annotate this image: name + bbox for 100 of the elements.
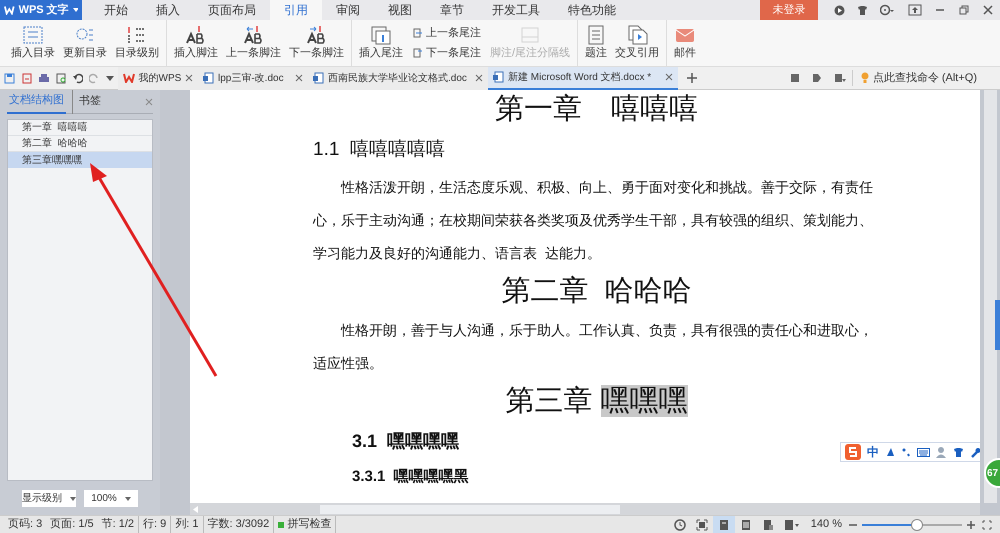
- previous-endnote-icon: [412, 27, 424, 40]
- status-text: 节: 1/2: [98, 516, 140, 533]
- ribbon-button[interactable]: 下一条脚注: [286, 20, 347, 66]
- dropdown[interactable]: 100%: [84, 490, 138, 507]
- close-tab-icon[interactable]: [665, 73, 673, 81]
- outline-item[interactable]: 第三章嘿嘿嘿: [8, 152, 152, 168]
- reading-view-icon[interactable]: [784, 518, 800, 530]
- caret-icon: [72, 8, 78, 12]
- status-text: 列: 1: [171, 516, 204, 533]
- chapter-heading: 第三章 嘿嘿嘿: [505, 384, 688, 419]
- status-text: 字数: 3/3092: [204, 516, 274, 533]
- word-document-icon: [313, 72, 324, 84]
- subsection-heading: 3.3.1 嘿嘿嘿嘿黑: [352, 467, 469, 487]
- shirt-icon[interactable]: [857, 4, 868, 16]
- close-tab-icon[interactable]: [185, 74, 193, 82]
- footnote-icon: [185, 24, 207, 45]
- print-preview-icon[interactable]: [56, 72, 66, 84]
- pin-ribbon-icon[interactable]: [908, 4, 922, 16]
- outline-item[interactable]: 第一章 嘻嘻嘻: [8, 120, 152, 136]
- close-tab-icon[interactable]: [475, 74, 483, 82]
- ribbon-button[interactable]: 更新目录: [60, 20, 110, 66]
- ribbon-button[interactable]: 上一条脚注: [223, 20, 284, 66]
- menu-tab[interactable]: 开发工具: [478, 0, 554, 20]
- restore-icon[interactable]: [958, 4, 970, 16]
- document-mode-icon[interactable]: [812, 73, 822, 83]
- section-heading: 1.1 嘻嘻嘻嘻嘻: [313, 138, 445, 162]
- print-icon[interactable]: [38, 72, 50, 84]
- dropdown[interactable]: 显示级别: [22, 490, 76, 507]
- panel-tab[interactable]: 书签: [72, 90, 103, 114]
- keyboard-icon[interactable]: [917, 446, 930, 458]
- menu-tab[interactable]: 特色功能: [554, 0, 630, 20]
- document-tab[interactable]: 新建 Microsoft Word 文档.docx *: [488, 66, 678, 90]
- page-view-icon[interactable]: [718, 518, 730, 530]
- document-tab[interactable]: 我的WPS: [118, 66, 198, 90]
- status-text: 页面: 1/5: [49, 517, 95, 532]
- menu-tab[interactable]: 开始: [90, 0, 142, 20]
- ribbon-button[interactable]: 上一条尾注: [412, 25, 481, 42]
- shirt-icon[interactable]: [953, 446, 964, 458]
- play-circle-icon[interactable]: [834, 4, 845, 16]
- wps-logo-icon: [123, 73, 135, 83]
- caret-icon[interactable]: [106, 76, 114, 80]
- vertical-scrollbar-track[interactable]: [984, 90, 996, 503]
- lightbulb-icon: [860, 72, 869, 84]
- layout-options-icon[interactable]: [834, 73, 846, 83]
- caret-icon: [124, 496, 131, 500]
- document-tab[interactable]: lpp三审-改.doc: [198, 66, 308, 90]
- menu-tab[interactable]: 插入: [142, 0, 194, 20]
- app-menu-button[interactable]: WPS 文字: [0, 0, 82, 20]
- zoom-slider-thumb[interactable]: [911, 518, 923, 530]
- chapter-heading: 第二章 哈哈哈: [501, 274, 692, 309]
- word-document-icon: [493, 71, 504, 83]
- status-square-icon: [278, 522, 284, 528]
- close-icon[interactable]: [982, 4, 994, 16]
- word-document-icon: [203, 72, 214, 84]
- ime-language-toggle[interactable]: 中: [867, 443, 879, 461]
- chapter-heading: 第一章 嘻嘻嘻: [495, 92, 698, 127]
- wrench-icon[interactable]: [970, 446, 980, 458]
- save-icon[interactable]: [4, 72, 15, 84]
- endnote-icon: [370, 24, 392, 45]
- menu-tab[interactable]: 章节: [426, 0, 478, 20]
- command-search-field[interactable]: 点此查找命令 (Alt+Q): [852, 70, 985, 86]
- undo-icon[interactable]: [72, 72, 84, 84]
- menu-tab[interactable]: 页面布局: [194, 0, 270, 20]
- ribbon-button[interactable]: 题注: [582, 20, 610, 66]
- spell-check-button[interactable]: 拼写检查: [274, 516, 336, 533]
- ribbon-button[interactable]: 下一条尾注: [412, 44, 481, 61]
- close-tab-icon[interactable]: [295, 74, 303, 82]
- history-icon[interactable]: [674, 518, 686, 530]
- next-footnote-icon: [306, 24, 328, 45]
- outline-view-icon[interactable]: [740, 518, 752, 530]
- ribbon-button[interactable]: 目录级别: [112, 20, 162, 66]
- ribbon-button[interactable]: 交叉引用: [612, 20, 662, 66]
- new-tab-icon[interactable]: [686, 72, 698, 84]
- web-view-icon[interactable]: [762, 518, 774, 530]
- zoom-in-icon[interactable]: [966, 520, 976, 530]
- body-paragraph: 性格活泼开朗，生活态度乐观、积极、向上、勇于面对变化和挑战。善于交际，有责任心，乐于主动沟通；在校期间荣获各类奖项及优秀学生干部，具有较强的组织、策划能力、学习能力及良好的沟通能力、语言表 达能力。: [313, 178, 874, 263]
- horizontal-scrollbar-thumb[interactable]: [320, 504, 620, 514]
- wps-logo-icon: [4, 5, 15, 15]
- body-paragraph: 性格开朗，善于与人沟通，乐于助人。工作认真、负责，具有很强的责任心和进取心，适应性强。: [313, 321, 874, 373]
- menu-tab[interactable]: 视图: [374, 0, 426, 20]
- ribbon-button[interactable]: 插入尾注: [356, 20, 406, 66]
- status-text: 页码: 3: [7, 517, 44, 532]
- pdf-export-icon[interactable]: [20, 72, 32, 84]
- fit-window-icon[interactable]: [982, 520, 992, 530]
- fullscreen-icon[interactable]: [696, 518, 708, 530]
- document-tab[interactable]: 西南民族大学毕业论文格式.doc: [308, 66, 488, 90]
- caret-icon: [70, 496, 76, 500]
- menu-tab[interactable]: 审阅: [322, 0, 374, 20]
- cross-reference-icon: [626, 24, 648, 45]
- menu-tab[interactable]: 引用: [270, 0, 322, 20]
- ribbon-button[interactable]: 插入目录: [8, 20, 58, 66]
- punctuation-icon[interactable]: [901, 446, 911, 458]
- ribbon-button[interactable]: 插入脚注: [171, 20, 221, 66]
- table-of-contents-icon: [22, 24, 44, 45]
- zoom-percentage: 140 %: [810, 517, 843, 532]
- sidebar-toggle-icon[interactable]: [790, 73, 800, 83]
- ribbon-button[interactable]: 邮件: [671, 20, 700, 66]
- next-endnote-icon: [412, 46, 424, 59]
- section-heading: 3.1 嘿嘿嘿嘿: [352, 430, 460, 453]
- ime-logo-icon[interactable]: [845, 444, 861, 460]
